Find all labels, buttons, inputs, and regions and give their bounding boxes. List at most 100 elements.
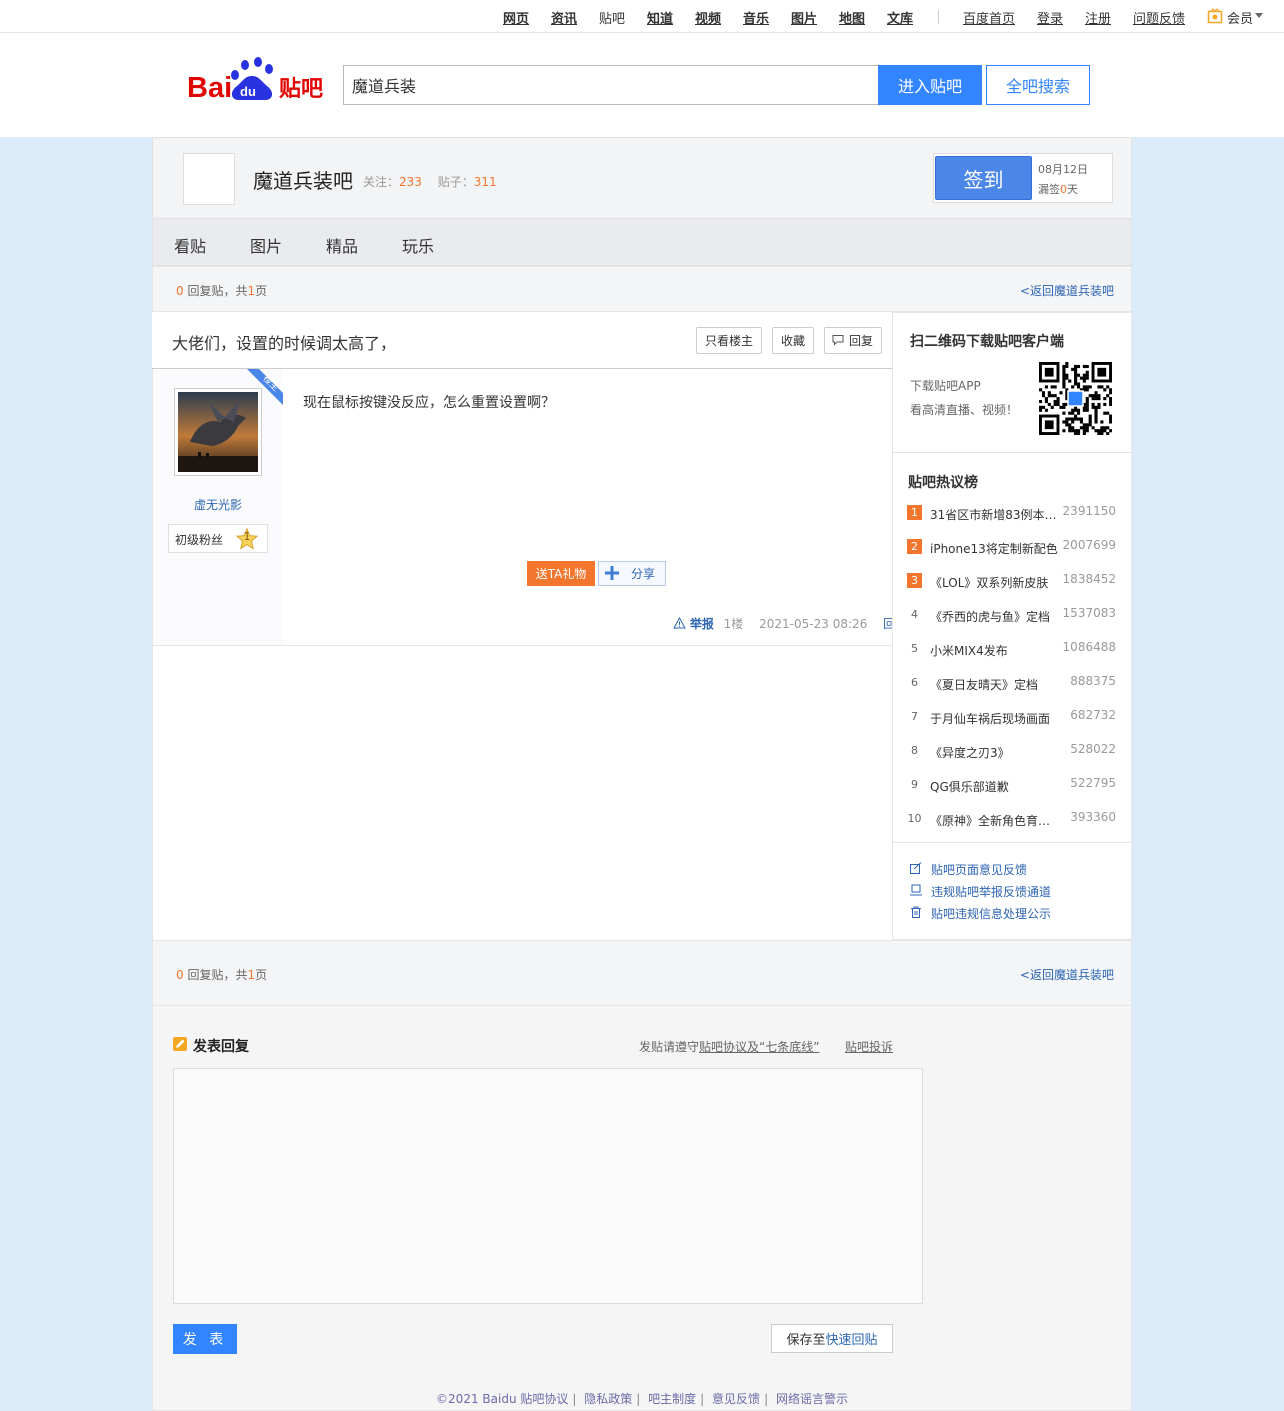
qr-title: 扫二维码下载贴吧客户端: [910, 334, 1064, 350]
hot-count: 2391150: [1062, 504, 1116, 518]
hot-topic-link[interactable]: 小米MIX4发布: [930, 642, 1058, 659]
reply-title: 发表回复: [193, 1039, 249, 1055]
edit-icon: [910, 862, 922, 874]
hot-topic-link[interactable]: iPhone13将定制新配色: [930, 540, 1058, 557]
post-divider: [152, 645, 892, 646]
hot-topic-link[interactable]: 《乔西的虎与鱼》定档: [930, 608, 1058, 625]
hot-topic-link[interactable]: 《原神》全新角色育成活动: [930, 812, 1058, 829]
feedback-link[interactable]: 问题反馈: [1133, 8, 1185, 27]
footer-link-agreement[interactable]: 贴吧协议: [520, 1392, 568, 1406]
share-label: 分享: [630, 567, 655, 581]
hot-count: 1838452: [1062, 572, 1116, 586]
avatar[interactable]: [174, 388, 262, 476]
hot-count: 393360: [1070, 810, 1116, 824]
forum-avatar[interactable]: [183, 153, 235, 205]
hot-topic-link[interactable]: 《夏日友晴天》定档: [930, 676, 1058, 693]
favorite-button[interactable]: 收藏: [772, 327, 815, 354]
thread-title: 大佬们，设置的时候调太高了，: [172, 334, 397, 353]
reply-editor[interactable]: [173, 1068, 923, 1304]
posts-label: 贴子：: [437, 175, 474, 189]
forum-name[interactable]: 魔道兵装吧: [253, 165, 353, 194]
search-input[interactable]: [343, 65, 879, 105]
submit-reply-button[interactable]: 发 表: [173, 1324, 237, 1354]
qr-line-1: 下载贴吧APP: [910, 379, 981, 393]
nav-link-news[interactable]: 资讯: [551, 8, 577, 27]
nav-link-web[interactable]: 网页: [503, 8, 529, 27]
hot-count: 2007699: [1062, 538, 1116, 552]
tab-featured[interactable]: 精品: [326, 233, 358, 257]
hot-count: 1537083: [1062, 606, 1116, 620]
hot-rank: 1: [907, 505, 922, 520]
hot-count: 528022: [1070, 742, 1116, 756]
nav-link-wenku[interactable]: 文库: [887, 8, 913, 27]
chevron-down-icon[interactable]: [1255, 13, 1263, 18]
register-link[interactable]: 注册: [1085, 8, 1111, 27]
complain-link[interactable]: 贴吧投诉: [845, 1038, 893, 1055]
sidebar-link-report[interactable]: 违规贴吧举报反馈通道: [931, 883, 1051, 900]
search-all-button[interactable]: 全吧搜索: [986, 65, 1090, 105]
hot-rank: 10: [907, 812, 922, 825]
comment-icon: [832, 334, 844, 346]
qr-code-image: [1039, 362, 1113, 436]
tab-images[interactable]: 图片: [250, 233, 282, 257]
back-to-forum-link-bottom[interactable]: <返回魔道兵装吧: [1020, 966, 1114, 983]
sidebar-divider: [893, 452, 1131, 453]
enter-forum-button[interactable]: 进入贴吧: [878, 65, 982, 105]
footer-link-privacy[interactable]: 隐私政策: [584, 1392, 632, 1406]
sidebar-link-feedback[interactable]: 贴吧页面意见反馈: [931, 861, 1027, 878]
send-gift-button[interactable]: 送TA礼物: [527, 561, 595, 586]
post-tail: 举报 1楼 2021-05-23 08:26 回复: [673, 615, 907, 632]
hot-rank: 7: [911, 710, 918, 723]
rule-link[interactable]: 贴吧协议及“七条底线”: [699, 1040, 819, 1054]
hot-rank: 4: [911, 608, 918, 621]
hot-count: 1086488: [1062, 640, 1116, 654]
sign-in-button[interactable]: 签到: [935, 156, 1032, 200]
nav-link-music[interactable]: 音乐: [743, 8, 769, 27]
fan-level-number: 1: [243, 530, 251, 543]
reply-page-info: 0 回复贴，共1页: [176, 284, 268, 298]
compose-icon: [173, 1037, 187, 1051]
tab-posts[interactable]: 看贴: [174, 233, 206, 257]
hot-rank: 9: [911, 778, 918, 791]
member-icon: [1207, 8, 1223, 24]
hot-rank: 6: [911, 676, 918, 689]
forum-stats: 关注：233 贴子：311: [363, 173, 497, 190]
report-link[interactable]: 举报: [690, 617, 714, 631]
footer-link-rumor[interactable]: 网络谣言警示: [776, 1392, 848, 1406]
sidebar-link-violations[interactable]: 贴吧违规信息处理公示: [931, 905, 1051, 922]
nav-link-map[interactable]: 地图: [839, 8, 865, 27]
reply-button-label: 回复: [849, 334, 874, 348]
sidebar-divider: [893, 842, 1131, 843]
login-link[interactable]: 登录: [1037, 8, 1063, 27]
member-link[interactable]: 会员: [1227, 8, 1253, 27]
hot-list-title: 贴吧热议榜: [908, 475, 978, 491]
nav-link-images[interactable]: 图片: [791, 8, 817, 27]
hot-topic-link[interactable]: 《异度之刃3》: [930, 744, 1058, 761]
back-to-forum-link[interactable]: <返回魔道兵装吧: [1020, 282, 1114, 299]
baidu-tieba-logo[interactable]: Bai du 贴吧: [187, 56, 327, 104]
floor-number: 1楼: [723, 617, 744, 631]
only-op-button[interactable]: 只看楼主: [696, 327, 763, 354]
fan-level-label: 初级粉丝: [175, 533, 224, 547]
hot-count: 682732: [1070, 708, 1116, 722]
hot-topic-link[interactable]: 于月仙车祸后现场画面: [930, 710, 1058, 727]
baidu-home-link[interactable]: 百度首页: [963, 8, 1015, 27]
save-quick-reply-button[interactable]: 保存至快速回贴: [771, 1324, 893, 1353]
follow-label: 关注：: [363, 175, 400, 189]
hot-count: 888375: [1070, 674, 1116, 688]
hot-topic-link[interactable]: QG俱乐部道歉: [930, 778, 1058, 795]
posts-count: 311: [473, 175, 497, 189]
hot-rank: 8: [911, 744, 918, 757]
post-content: 现在鼠标按键没反应，怎么重置设置啊？: [303, 395, 555, 411]
nav-link-tieba[interactable]: 贴吧: [599, 8, 625, 27]
hot-topic-link[interactable]: 《LOL》双系列新皮肤: [930, 574, 1058, 591]
footer-link-moderator-rules[interactable]: 吧主制度: [648, 1392, 696, 1406]
author-name[interactable]: 虚无光影: [153, 496, 283, 513]
nav-link-zhidao[interactable]: 知道: [647, 8, 673, 27]
footer-link-feedback[interactable]: 意见反馈: [712, 1392, 760, 1406]
nav-link-video[interactable]: 视频: [695, 8, 721, 27]
hot-rank: 2: [907, 539, 922, 554]
hot-topic-link[interactable]: 31省区市新增83例本土确诊: [930, 506, 1058, 523]
tab-fun[interactable]: 玩乐: [402, 233, 434, 257]
warning-icon: [673, 616, 686, 629]
